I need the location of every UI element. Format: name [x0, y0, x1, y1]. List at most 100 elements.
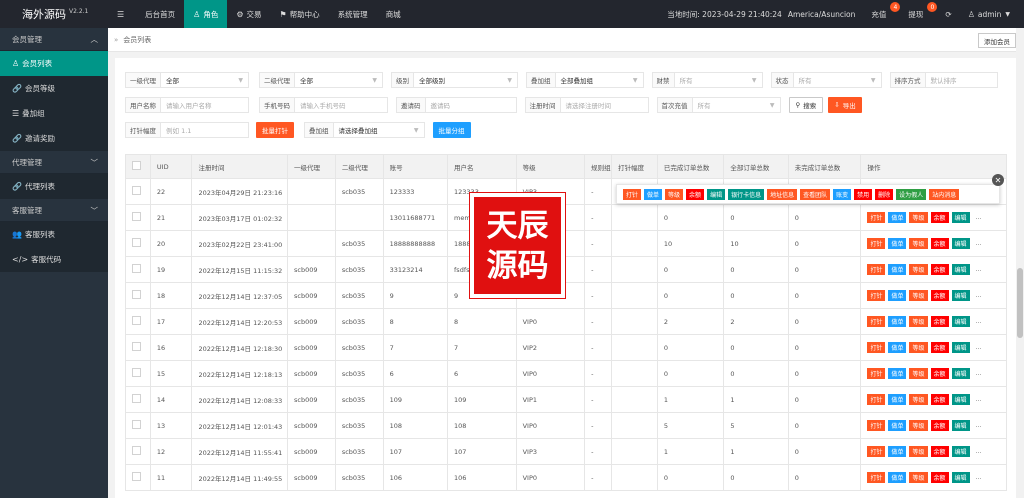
- row-action-button[interactable]: 做单: [888, 342, 907, 353]
- row-action-button[interactable]: 编辑: [951, 394, 970, 405]
- popup-action-button[interactable]: 地址信息: [767, 188, 798, 200]
- row-action-button[interactable]: 余额: [930, 342, 949, 353]
- more-actions-button[interactable]: ...: [973, 342, 985, 353]
- popup-action-button[interactable]: 站内消息: [929, 188, 960, 200]
- sidebar-item-invite-reward[interactable]: 🔗 邀请奖励: [0, 126, 108, 151]
- row-select-cell[interactable]: [125, 412, 151, 439]
- row-checkbox[interactable]: [132, 290, 141, 299]
- row-checkbox[interactable]: [132, 342, 141, 351]
- popup-action-button[interactable]: 余额: [686, 188, 705, 200]
- user-menu[interactable]: ♙ admin ▼: [960, 0, 1024, 28]
- row-checkbox[interactable]: [132, 394, 141, 403]
- row-action-button[interactable]: 余额: [930, 212, 949, 223]
- row-action-button[interactable]: 打针: [867, 290, 886, 301]
- wealth-select[interactable]: 所有 ▼: [674, 72, 763, 88]
- sidebar-item-overlay-group[interactable]: ☰ 叠加组: [0, 101, 108, 126]
- row-action-button[interactable]: 编辑: [951, 368, 970, 379]
- row-action-button[interactable]: 编辑: [951, 264, 970, 275]
- invite-input[interactable]: 邀请码: [425, 97, 517, 113]
- row-action-button[interactable]: 做单: [888, 212, 907, 223]
- batch-punch-button[interactable]: 批量打针: [256, 122, 294, 138]
- popup-action-button[interactable]: 打针: [623, 188, 642, 200]
- row-select-cell[interactable]: [125, 386, 151, 413]
- sort-select[interactable]: 默认排序: [925, 72, 998, 88]
- regtime-input[interactable]: 请选择注册时间: [560, 97, 649, 113]
- add-member-button[interactable]: 添加会员: [978, 33, 1016, 48]
- more-actions-button[interactable]: ...: [973, 264, 985, 275]
- nav-trade[interactable]: ⚙ 交易: [227, 0, 270, 28]
- row-action-button[interactable]: 打针: [867, 316, 886, 327]
- withdraw-button[interactable]: 提现 0: [900, 0, 938, 28]
- row-select-cell[interactable]: [125, 360, 151, 387]
- row-checkbox[interactable]: [132, 446, 141, 455]
- sidebar-item-member-list[interactable]: ♙ 会员列表: [0, 51, 108, 76]
- row-action-button[interactable]: 等级: [909, 316, 928, 327]
- row-action-button[interactable]: 编辑: [951, 342, 970, 353]
- row-action-button[interactable]: 打针: [867, 472, 886, 483]
- popup-action-button[interactable]: 设为假人: [896, 188, 927, 200]
- level2-select[interactable]: 全部 ▼: [295, 72, 383, 88]
- row-select-cell[interactable]: [125, 334, 151, 361]
- nav-role[interactable]: ♙ 角色: [184, 0, 228, 28]
- sidebar-group-service[interactable]: 客服管理 ﹀: [0, 199, 108, 222]
- row-checkbox[interactable]: [132, 186, 141, 195]
- sidebar-item-agent-list[interactable]: 🔗 代理列表: [0, 174, 108, 199]
- row-action-button[interactable]: 余额: [930, 264, 949, 275]
- more-actions-button[interactable]: ...: [973, 368, 985, 379]
- row-action-button[interactable]: 余额: [930, 316, 949, 327]
- sidebar-group-agent[interactable]: 代理管理 ﹀: [0, 151, 108, 174]
- row-action-button[interactable]: 编辑: [951, 420, 970, 431]
- search-button[interactable]: ⚲ 搜索: [788, 97, 824, 113]
- more-actions-button[interactable]: ...: [973, 316, 985, 327]
- row-checkbox[interactable]: [132, 472, 141, 481]
- row-action-button[interactable]: 余额: [930, 238, 949, 249]
- more-actions-button[interactable]: ...: [973, 290, 985, 301]
- status-select[interactable]: 所有 ▼: [793, 72, 882, 88]
- row-action-button[interactable]: 编辑: [951, 472, 970, 483]
- select-all-checkbox[interactable]: [132, 161, 141, 170]
- select-all-cell[interactable]: [125, 154, 151, 179]
- row-checkbox[interactable]: [132, 316, 141, 325]
- nav-home[interactable]: 后台首页: [136, 0, 184, 28]
- sidebar-group-member[interactable]: 会员管理 ︿: [0, 28, 108, 51]
- row-action-button[interactable]: 做单: [888, 446, 907, 457]
- row-action-button[interactable]: 等级: [909, 472, 928, 483]
- row-action-button[interactable]: 余额: [930, 472, 949, 483]
- row-action-button[interactable]: 等级: [909, 420, 928, 431]
- row-checkbox[interactable]: [132, 420, 141, 429]
- sidebar-item-service-list[interactable]: 👥 客服列表: [0, 222, 108, 247]
- overlay-select[interactable]: 全部叠加组 ▼: [555, 72, 644, 88]
- popup-action-button[interactable]: 编辑: [707, 188, 726, 200]
- row-select-cell[interactable]: [125, 256, 151, 283]
- popup-action-button[interactable]: 账变: [833, 188, 852, 200]
- row-action-button[interactable]: 余额: [930, 368, 949, 379]
- more-actions-button[interactable]: ...: [973, 472, 985, 483]
- row-action-button[interactable]: 打针: [867, 264, 886, 275]
- popup-action-button[interactable]: 等级: [665, 188, 684, 200]
- popup-action-button[interactable]: 做单: [644, 188, 663, 200]
- level1-select[interactable]: 全部 ▼: [161, 72, 249, 88]
- row-action-button[interactable]: 编辑: [951, 212, 970, 223]
- row-action-button[interactable]: 做单: [888, 238, 907, 249]
- punch-input[interactable]: 例如 1.1: [161, 122, 249, 138]
- row-action-button[interactable]: 等级: [909, 394, 928, 405]
- row-action-button[interactable]: 编辑: [951, 290, 970, 301]
- row-checkbox[interactable]: [132, 368, 141, 377]
- scrollbar-thumb[interactable]: [1017, 268, 1023, 338]
- phone-input[interactable]: 请输入手机号码: [295, 97, 388, 113]
- row-action-button[interactable]: 做单: [888, 394, 907, 405]
- row-action-button[interactable]: 做单: [888, 264, 907, 275]
- row-action-button[interactable]: 等级: [909, 212, 928, 223]
- row-action-button[interactable]: 打针: [867, 420, 886, 431]
- row-checkbox[interactable]: [132, 264, 141, 273]
- row-action-button[interactable]: 等级: [909, 290, 928, 301]
- scrollbar[interactable]: [1016, 28, 1024, 498]
- more-actions-button[interactable]: ...: [973, 420, 985, 431]
- row-action-button[interactable]: 编辑: [951, 446, 970, 457]
- row-action-button[interactable]: 打针: [867, 368, 886, 379]
- row-action-button[interactable]: 做单: [888, 420, 907, 431]
- nav-help[interactable]: ⚑ 帮助中心: [271, 0, 329, 28]
- row-action-button[interactable]: 余额: [930, 420, 949, 431]
- batch-group-button[interactable]: 批量分组: [432, 122, 471, 138]
- row-action-button[interactable]: 编辑: [951, 238, 970, 249]
